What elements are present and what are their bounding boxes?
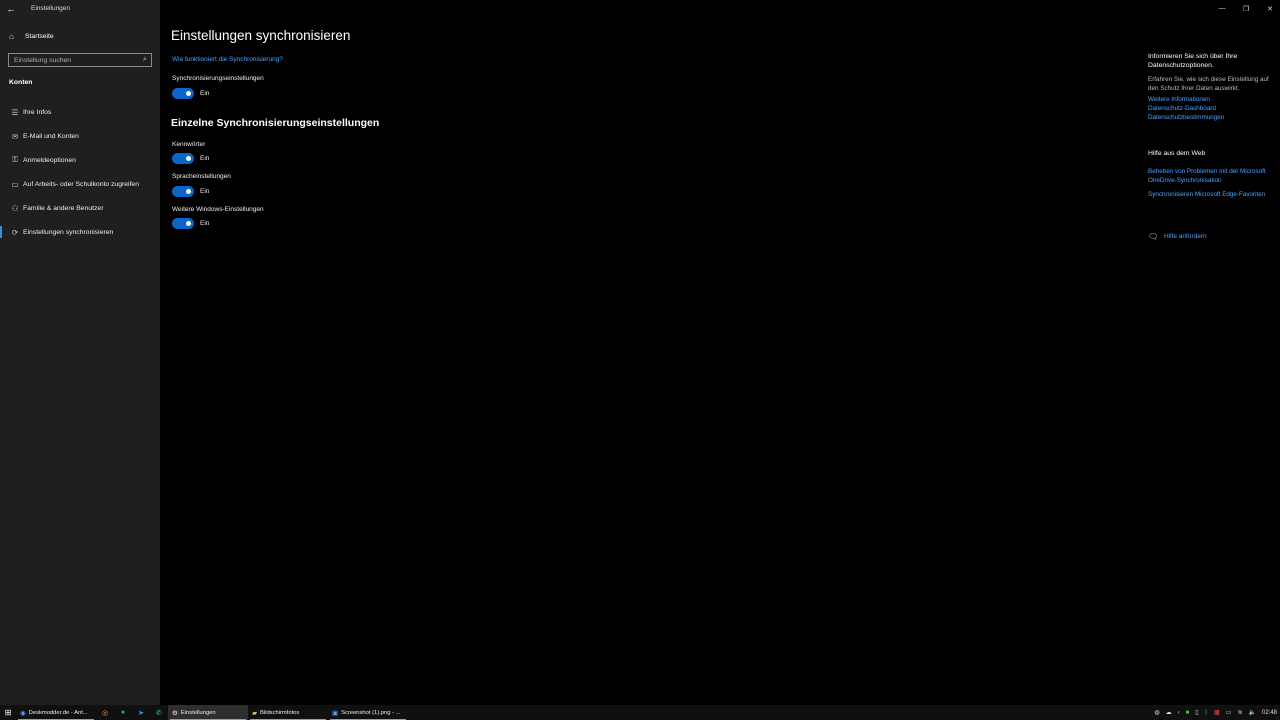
privacy-section: Informieren Sie sich über Ihre Datenschu… bbox=[1148, 52, 1273, 122]
sidebar-item-email[interactable]: ✉ E-Mail und Konten bbox=[0, 128, 160, 144]
home-label: Startseite bbox=[25, 32, 54, 40]
taskbar-app-browser[interactable]: ◉ Deskmodder.de - Ant... bbox=[16, 705, 96, 720]
taskbar-app-label: Deskmodder.de - Ant... bbox=[28, 709, 88, 716]
other-windows-toggle[interactable] bbox=[172, 218, 194, 229]
sidebar-item-label: Ihre Infos bbox=[23, 108, 52, 116]
window-controls: — ❐ ✕ bbox=[1210, 0, 1280, 17]
language-toggle[interactable] bbox=[172, 186, 194, 197]
taskbar: ⊞ ◉ Deskmodder.de - Ant... ◎ ● ➤ ✆ ⚙ Ein… bbox=[0, 705, 1280, 720]
home-link[interactable]: ⌂ Startseite bbox=[9, 30, 54, 42]
edge-favorites-help-link[interactable]: Synchronisieren Microsoft Edge-Favoriten bbox=[1148, 190, 1273, 199]
onedrive-help-link[interactable]: Beheben von Problemen mit der Microsoft … bbox=[1148, 167, 1273, 185]
home-icon: ⌂ bbox=[9, 31, 14, 41]
person-card-icon: ☰ bbox=[11, 107, 19, 117]
language-settings-label: Spracheinstellungen bbox=[172, 173, 231, 180]
system-tray: ◍ ☁ ‹ ■ ▯ ᛒ ▩ ▭ ≋ 🔈 02:48 bbox=[1151, 705, 1280, 720]
browser-icon: ◉ bbox=[20, 709, 26, 717]
taskbar-app-folder[interactable]: ▰ Bildschirmfotos bbox=[248, 705, 328, 720]
pinned-app-icon[interactable]: ◎ bbox=[96, 705, 114, 720]
privacy-statement-link[interactable]: Datenschutzbestimmungen bbox=[1148, 113, 1273, 122]
sidebar-item-anmeldeoptionen[interactable]: ⚿ Anmeldeoptionen bbox=[0, 152, 160, 168]
privacy-dashboard-link[interactable]: Datenschutz-Dashboard bbox=[1148, 104, 1273, 113]
sync-toggle-row: Ein bbox=[172, 88, 209, 99]
web-help-section: Hilfe aus dem Web Beheben von Problemen … bbox=[1148, 149, 1273, 199]
sidebar-item-familie[interactable]: ⚇ Familie & andere Benutzer bbox=[0, 200, 160, 216]
search-input[interactable] bbox=[9, 56, 139, 64]
telegram-icon[interactable]: ➤ bbox=[132, 705, 150, 720]
minimize-icon[interactable]: — bbox=[1210, 0, 1234, 17]
search-box[interactable]: ⌕ bbox=[8, 53, 152, 67]
other-windows-settings-label: Weitere Windows-Einstellungen bbox=[172, 206, 264, 213]
toggle-state: Ein bbox=[200, 155, 210, 162]
taskbar-app-label: Screenshot (1).png - ... bbox=[341, 709, 401, 716]
sync-settings-label: Synchronisierungseinstellungen bbox=[172, 75, 264, 82]
toggle-state: Ein bbox=[200, 220, 210, 227]
page-title: Einstellungen synchronisieren bbox=[171, 28, 351, 43]
sync-toggle[interactable] bbox=[172, 88, 194, 99]
sidebar-item-label: Auf Arbeits- oder Schulkonto zugreifen bbox=[23, 180, 139, 188]
passwords-toggle-row: Ein bbox=[172, 153, 209, 164]
sync-icon: ⟳ bbox=[11, 227, 19, 237]
sidebar-item-label: Anmeldeoptionen bbox=[23, 156, 76, 164]
settings-icon: ⚙ bbox=[172, 709, 178, 717]
sidebar-item-ihre-infos[interactable]: ☰ Ihre Infos bbox=[0, 104, 160, 120]
close-icon[interactable]: ✕ bbox=[1258, 0, 1280, 17]
section-label: Konten bbox=[9, 79, 33, 86]
individual-settings-heading: Einzelne Synchronisierungseinstellungen bbox=[171, 117, 380, 129]
wifi-icon[interactable]: ≋ bbox=[1234, 709, 1245, 716]
more-info-link[interactable]: Weitere Informationen bbox=[1148, 95, 1273, 104]
nvidia-icon[interactable]: ■ bbox=[1183, 710, 1193, 716]
sidebar-item-label: Einstellungen synchronisieren bbox=[23, 228, 114, 236]
volume-icon[interactable]: 🔈 bbox=[1246, 709, 1259, 716]
taskbar-clock[interactable]: 02:48 bbox=[1259, 710, 1280, 716]
sidebar-item-sync[interactable]: ⟳ Einstellungen synchronisieren bbox=[0, 224, 160, 240]
taskbar-app-settings[interactable]: ⚙ Einstellungen bbox=[168, 705, 248, 720]
folder-icon: ▰ bbox=[252, 709, 257, 717]
taskbar-app-label: Einstellungen bbox=[180, 709, 216, 716]
taskbar-app-label: Bildschirmfotos bbox=[260, 709, 300, 716]
chevron-up-icon[interactable]: ‹ bbox=[1175, 710, 1183, 716]
passwords-toggle[interactable] bbox=[172, 153, 194, 164]
bluetooth-icon[interactable]: ᛒ bbox=[1202, 710, 1212, 716]
spotify-icon[interactable]: ● bbox=[114, 705, 132, 720]
search-icon[interactable]: ⌕ bbox=[139, 56, 151, 64]
privacy-text: Erfahren Sie, wie sich diese Einstellung… bbox=[1148, 76, 1269, 92]
title-bar: ← Einstellungen bbox=[0, 0, 160, 17]
image-icon: ▣ bbox=[332, 709, 339, 717]
help-chat-icon: 🗨 bbox=[1148, 232, 1159, 241]
toggle-state: Ein bbox=[200, 90, 210, 97]
user-add-icon: ⚇ bbox=[11, 203, 19, 213]
sidebar: ← Einstellungen ⌂ Startseite ⌕ Konten ☰ … bbox=[0, 0, 160, 705]
usb-icon[interactable]: ▯ bbox=[1192, 709, 1201, 716]
get-help-row[interactable]: 🗨 Hilfe anfordern bbox=[1148, 232, 1273, 241]
display-icon[interactable]: ▭ bbox=[1223, 709, 1235, 716]
security-icon[interactable]: ▩ bbox=[1211, 709, 1223, 716]
sidebar-item-label: Familie & andere Benutzer bbox=[23, 204, 104, 212]
other-windows-toggle-row: Ein bbox=[172, 218, 209, 229]
restore-icon[interactable]: ❐ bbox=[1234, 0, 1258, 17]
briefcase-icon: ▭ bbox=[11, 179, 19, 189]
network-icon[interactable]: ◍ bbox=[1151, 709, 1162, 716]
sidebar-item-arbeitskonto[interactable]: ▭ Auf Arbeits- oder Schulkonto zugreifen bbox=[0, 176, 160, 192]
windows-start-icon[interactable]: ⊞ bbox=[0, 705, 16, 720]
key-icon: ⚿ bbox=[12, 155, 18, 164]
toggle-state: Ein bbox=[200, 188, 210, 195]
app-title: Einstellungen bbox=[31, 5, 71, 12]
back-arrow-icon[interactable]: ← bbox=[0, 0, 22, 17]
how-sync-works-link[interactable]: Wie funktioniert die Synchronisierung? bbox=[172, 56, 283, 63]
whatsapp-icon[interactable]: ✆ bbox=[150, 705, 168, 720]
tray-app-icon[interactable]: ☁ bbox=[1163, 709, 1175, 716]
privacy-heading: Informieren Sie sich über Ihre Datenschu… bbox=[1148, 53, 1238, 69]
sidebar-item-label: E-Mail und Konten bbox=[23, 132, 79, 140]
get-help-link[interactable]: Hilfe anfordern bbox=[1164, 233, 1207, 240]
mail-icon: ✉ bbox=[11, 131, 19, 141]
passwords-label: Kennwörter bbox=[172, 141, 206, 148]
web-help-heading: Hilfe aus dem Web bbox=[1148, 150, 1206, 157]
taskbar-app-image[interactable]: ▣ Screenshot (1).png - ... bbox=[328, 705, 408, 720]
language-toggle-row: Ein bbox=[172, 186, 209, 197]
